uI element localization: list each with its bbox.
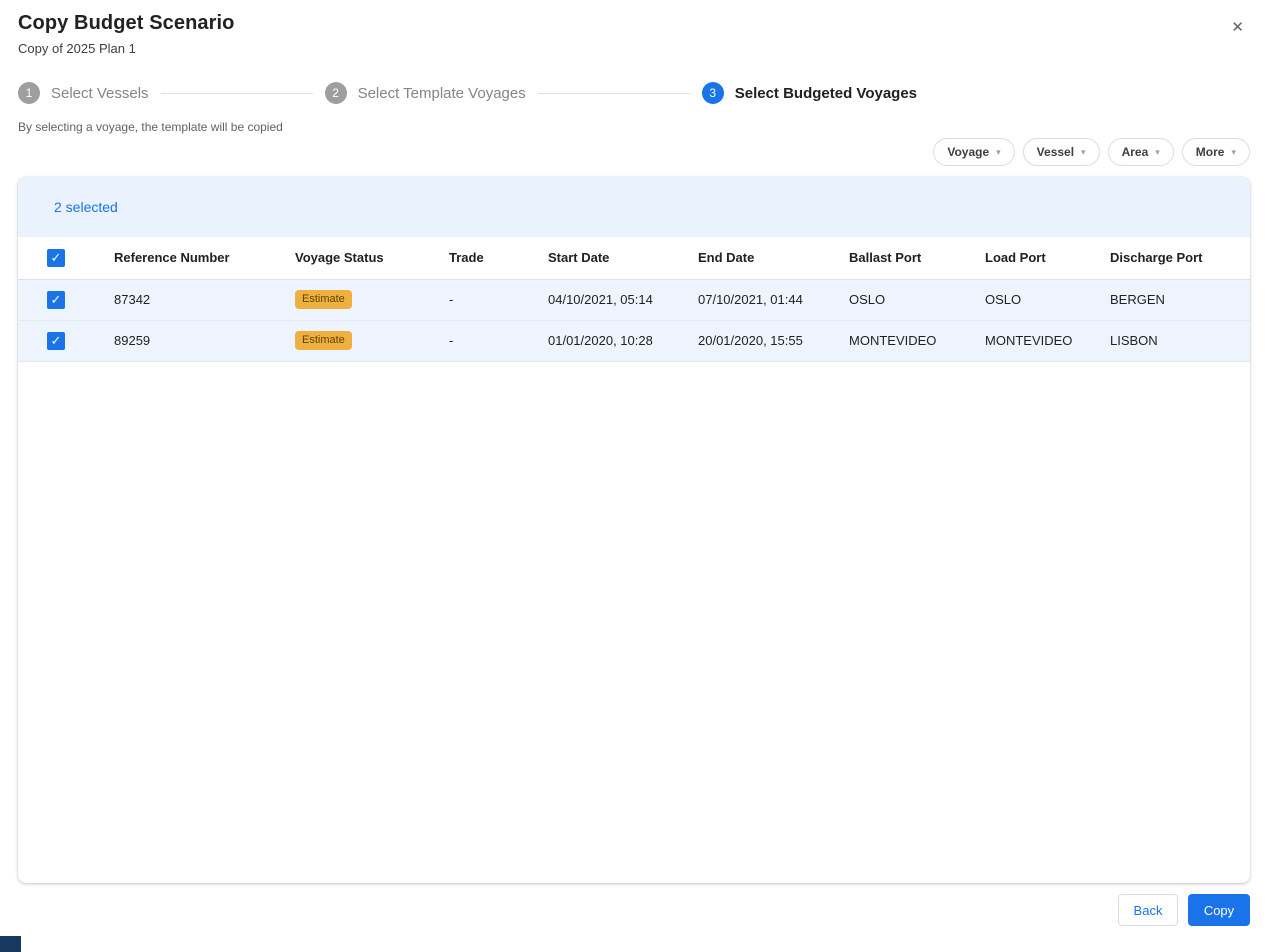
row-checkbox[interactable]: ✓ [47, 331, 65, 350]
step-number-badge: 3 [701, 82, 724, 104]
column-header: Ballast Port [849, 237, 985, 280]
step-connector [160, 92, 313, 94]
row-checkbox-cell: ✓ [18, 320, 114, 361]
cell-discharge-port: BERGEN [1110, 292, 1165, 307]
cell-trade: - [449, 333, 454, 348]
selected-count: 2 selected [54, 199, 118, 215]
selection-bar: 2 selected [18, 177, 1250, 237]
step-select-vessels[interactable]: 1 Select Vessels [18, 82, 149, 104]
voyages-table: ✓ Reference Number Voyage Status Trade Start… [18, 237, 1250, 362]
dialog-titles: Copy Budget Scenario Copy of 2025 Plan 1 [18, 12, 234, 56]
cell-load-port: OSLO [985, 292, 1022, 307]
cell-start-date: 04/10/2021, 05:14 [548, 292, 653, 307]
step-select-budgeted-voyages[interactable]: 3 Select Budgeted Voyages [701, 82, 918, 104]
filter-label: Voyage [947, 145, 990, 159]
table-row[interactable]: ✓ 89259 Estimate - 01/01/2020, 10:28 20/01/20… [18, 320, 1250, 361]
step-number-badge: 1 [18, 82, 40, 104]
header-checkbox-cell: ✓ [18, 237, 114, 280]
cell-ballast-port: OSLO [849, 292, 886, 307]
cell-end-date: 20/01/2020, 15:55 [698, 333, 803, 348]
column-header: Reference Number [114, 237, 295, 280]
filter-voyage-button[interactable]: Voyage ▾ [933, 138, 1015, 166]
cell-voyage-status: Estimate [295, 279, 449, 320]
hint-text: By selecting a voyage, the template will… [18, 120, 283, 134]
chevron-down-icon: ▾ [1081, 146, 1086, 157]
cell-trade: - [449, 292, 454, 307]
dialog-footer: Back Copy [0, 883, 1268, 926]
filter-label: More [1195, 145, 1225, 159]
chevron-down-icon: ▾ [996, 146, 1001, 157]
close-icon: ✕ [1231, 19, 1244, 36]
row-checkbox-cell: ✓ [18, 279, 114, 320]
table-body: ✓ 87342 Estimate - 04/10/2021, 05:14 07/10/20… [18, 279, 1250, 361]
step-label: Select Budgeted Voyages [734, 84, 918, 102]
step-select-template-voyages[interactable]: 2 Select Template Voyages [324, 82, 526, 104]
cell-reference-number: 89259 [114, 333, 151, 348]
filter-area-button[interactable]: Area ▾ [1107, 138, 1174, 166]
filter-label: Vessel [1036, 145, 1075, 159]
dialog-header: Copy Budget Scenario Copy of 2025 Plan 1… [0, 0, 1268, 56]
stepper: 1 Select Vessels 2 Select Template Voyages 3… [0, 82, 1268, 104]
copy-button[interactable]: Copy [1188, 894, 1250, 926]
cell-end-date: 07/10/2021, 01:44 [698, 292, 803, 307]
step-label: Select Template Voyages [357, 84, 526, 102]
filter-vessel-button[interactable]: Vessel ▾ [1022, 138, 1100, 166]
filter-bar: Voyage ▾ Vessel ▾ Area ▾ More ▾ [0, 138, 1268, 166]
voyages-panel: 2 selected ✓ Reference Number Voyage Statu… [18, 177, 1250, 883]
column-header: Load Port [985, 237, 1110, 280]
chevron-down-icon: ▾ [1231, 146, 1236, 157]
underlying-page-corner [0, 936, 21, 952]
filter-more-button[interactable]: More ▾ [1181, 138, 1250, 166]
row-checkbox[interactable]: ✓ [47, 290, 65, 309]
select-all-checkbox[interactable]: ✓ [47, 248, 65, 267]
status-badge: Estimate [295, 289, 352, 310]
step-number-badge: 2 [324, 82, 347, 104]
status-badge: Estimate [295, 330, 352, 351]
cell-reference-number: 87342 [114, 292, 151, 307]
filter-label: Area [1121, 145, 1149, 159]
copy-budget-scenario-dialog: Copy Budget Scenario Copy of 2025 Plan 1… [0, 0, 1268, 952]
step-connector [537, 92, 690, 94]
back-button[interactable]: Back [1118, 894, 1178, 926]
dialog-subtitle: Copy of 2025 Plan 1 [18, 41, 136, 56]
cell-load-port: MONTEVIDEO [985, 333, 1073, 348]
step-label: Select Vessels [51, 84, 149, 102]
column-header: Voyage Status [295, 237, 449, 280]
cell-discharge-port: LISBON [1110, 333, 1158, 348]
table-header-row: ✓ Reference Number Voyage Status Trade Start… [18, 237, 1250, 280]
column-header: Start Date [548, 237, 698, 280]
page-title: Copy Budget Scenario [18, 12, 235, 34]
cell-voyage-status: Estimate [295, 320, 449, 361]
close-button[interactable]: ✕ [1225, 14, 1250, 41]
cell-ballast-port: MONTEVIDEO [849, 333, 937, 348]
column-header: End Date [698, 237, 849, 280]
column-header: Trade [449, 237, 548, 280]
cell-start-date: 01/01/2020, 10:28 [548, 333, 653, 348]
table-row[interactable]: ✓ 87342 Estimate - 04/10/2021, 05:14 07/10/20… [18, 279, 1250, 320]
chevron-down-icon: ▾ [1155, 146, 1160, 157]
column-header: Discharge Port [1110, 237, 1250, 280]
